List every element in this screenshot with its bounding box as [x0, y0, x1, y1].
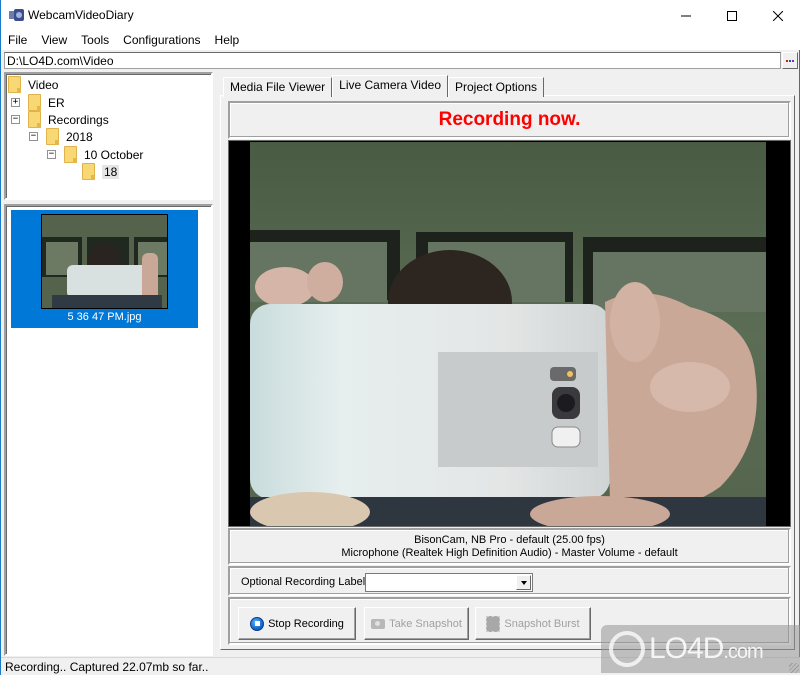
- dropdown-arrow-icon[interactable]: [516, 575, 531, 590]
- pane-splitter[interactable]: [215, 72, 219, 656]
- maximize-button[interactable]: [709, 0, 755, 31]
- menu-tools[interactable]: Tools: [74, 31, 116, 50]
- recording-label-panel: Optional Recording Label:: [228, 566, 791, 596]
- folder-icon: [46, 128, 59, 145]
- recording-label-combobox[interactable]: [365, 573, 533, 592]
- menu-view[interactable]: View: [34, 31, 74, 50]
- recording-status-text: Recording now.: [438, 109, 581, 130]
- tree-label: 2018: [66, 129, 93, 144]
- minimize-icon: [681, 15, 691, 16]
- tab-media-file-viewer[interactable]: Media File Viewer: [223, 77, 333, 97]
- expand-plus-icon[interactable]: +: [11, 98, 20, 107]
- browse-dot-icon: [786, 59, 788, 62]
- video-frame: [250, 142, 766, 526]
- menu-configurations[interactable]: Configurations: [116, 31, 207, 50]
- recording-label-caption: Optional Recording Label:: [241, 576, 369, 588]
- watermark-suffix: .com: [723, 641, 763, 663]
- webcam-app-icon: [9, 9, 24, 21]
- stop-recording-button[interactable]: Stop Recording: [238, 607, 356, 640]
- device-info-panel: BisonCam, NB Pro - default (25.00 fps) M…: [228, 528, 791, 565]
- thumbnail-photo: [42, 215, 167, 308]
- film-strip-icon: [486, 615, 501, 632]
- watermark-brand: LO4D: [649, 632, 724, 665]
- browse-dot-icon: [789, 59, 791, 62]
- folder-icon: [64, 146, 77, 163]
- title-bar: WebcamVideoDiary: [1, 0, 800, 31]
- watermark-text: LO4D.com: [649, 632, 764, 666]
- tree-label: 18: [102, 164, 120, 179]
- tree-label: ER: [48, 95, 65, 110]
- collapse-minus-icon[interactable]: −: [29, 132, 38, 141]
- browse-dot-icon: [792, 59, 794, 62]
- folder-icon: [8, 76, 21, 93]
- window-title: WebcamVideoDiary: [28, 8, 134, 22]
- minimize-button[interactable]: [663, 0, 709, 31]
- tree-node-er[interactable]: + ER: [11, 94, 65, 111]
- thumbnail-item[interactable]: 5 36 47 PM.jpg: [11, 210, 198, 328]
- browse-button[interactable]: [782, 52, 798, 69]
- tree-node-recordings[interactable]: − Recordings: [11, 111, 109, 128]
- close-button[interactable]: [755, 0, 800, 31]
- tree-label: Video: [28, 77, 59, 92]
- thumbnail-caption: 5 36 47 PM.jpg: [67, 311, 142, 323]
- tree-node-video[interactable]: Video: [8, 76, 58, 93]
- collapse-minus-icon[interactable]: −: [11, 115, 20, 124]
- close-icon: [773, 10, 783, 21]
- menu-file[interactable]: File: [1, 31, 34, 50]
- folder-icon: [28, 111, 41, 128]
- menu-help[interactable]: Help: [208, 31, 247, 50]
- recording-status-panel: Recording now.: [228, 101, 791, 139]
- video-device-info: BisonCam, NB Pro - default (25.00 fps): [414, 534, 605, 546]
- watermark: LO4D.com: [601, 625, 800, 673]
- thumbnail-image: [41, 214, 168, 309]
- path-input[interactable]: D:\LO4D.com\Video: [4, 52, 781, 69]
- menu-bar: File View Tools Configurations Help: [1, 31, 800, 50]
- lo4d-logo-icon: [609, 631, 645, 667]
- maximize-icon: [727, 10, 737, 21]
- live-video-view: [228, 140, 791, 527]
- stop-icon: [250, 616, 265, 631]
- tree-label: 10 October: [84, 147, 144, 162]
- stop-recording-label: Stop Recording: [268, 617, 344, 630]
- tree-node-10-october[interactable]: − 10 October: [47, 146, 143, 163]
- folder-icon: [82, 163, 95, 180]
- snapshot-burst-label: Snapshot Burst: [504, 617, 580, 630]
- take-snapshot-button[interactable]: Take Snapshot: [364, 607, 469, 640]
- folder-icon: [28, 94, 41, 111]
- camera-feed: [250, 142, 766, 526]
- tree-node-2018[interactable]: − 2018: [29, 128, 93, 145]
- tree-label: Recordings: [48, 112, 109, 127]
- tree-node-18[interactable]: 18: [82, 163, 120, 180]
- take-snapshot-label: Take Snapshot: [389, 617, 462, 630]
- snapshot-burst-button[interactable]: Snapshot Burst: [475, 607, 591, 640]
- tab-strip: Media File Viewer Live Camera Video Proj…: [223, 75, 545, 97]
- collapse-minus-icon[interactable]: −: [47, 150, 56, 159]
- tab-project-options[interactable]: Project Options: [448, 77, 545, 97]
- status-text: Recording.. Captured 22.07mb so far..: [5, 660, 209, 674]
- tab-live-camera-video[interactable]: Live Camera Video: [332, 75, 448, 97]
- audio-device-info: Microphone (Realtek High Definition Audi…: [341, 547, 678, 559]
- thumbnail-list[interactable]: 5 36 47 PM.jpg: [4, 204, 213, 656]
- folder-tree[interactable]: Video + ER − Recordings − 2018 − 10 Octo…: [4, 72, 213, 200]
- app-window: WebcamVideoDiary File View Tools Configu…: [0, 0, 800, 675]
- camera-icon: [371, 618, 386, 629]
